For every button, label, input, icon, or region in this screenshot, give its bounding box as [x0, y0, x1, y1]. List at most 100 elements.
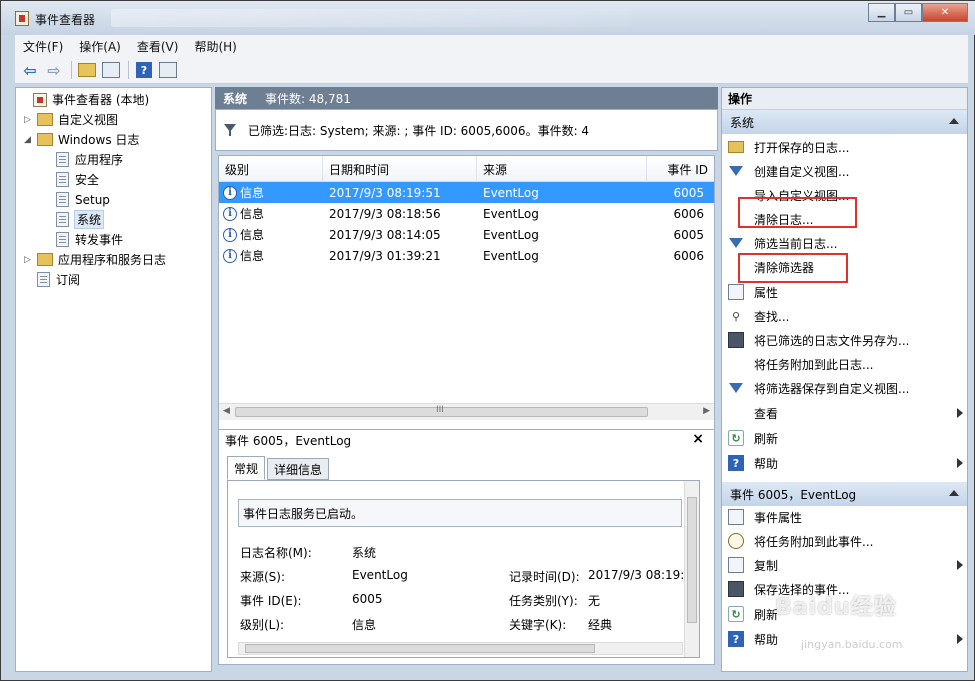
tree-item-custom-views[interactable]: ▷ 自定义视图	[24, 110, 118, 129]
detail-horizontal-scrollbar[interactable]	[238, 642, 683, 655]
log-icon	[56, 232, 69, 247]
filter-description: 已筛选:日志: System; 来源: ; 事件 ID: 6005,6006。事…	[248, 123, 590, 138]
detail-vertical-scrollbar[interactable]	[684, 481, 699, 657]
column-datetime[interactable]: 日期和时间	[323, 156, 477, 182]
action-label: 事件属性	[754, 510, 803, 525]
actions-pane: 操作 系统 打开保存的日志... 创建自定义视图... 导入自定义视图... 清…	[721, 87, 968, 672]
collapse-arrow-icon[interactable]: ◢	[24, 135, 34, 145]
action-label: 刷新	[754, 431, 779, 446]
info-icon: i	[223, 206, 237, 221]
tab-general[interactable]: 常规	[227, 456, 266, 480]
blank-icon	[728, 356, 744, 372]
scroll-thumb[interactable]: III	[235, 405, 648, 417]
toolbar-separator	[71, 61, 72, 79]
action-find[interactable]: ⚲ 查找...	[722, 304, 967, 328]
tree-item-setup[interactable]: Setup	[56, 190, 110, 209]
action-open-saved-log[interactable]: 打开保存的日志...	[722, 135, 967, 159]
submenu-arrow-icon	[957, 560, 963, 570]
blank-icon	[728, 405, 744, 421]
action-help[interactable]: ? 帮助	[722, 451, 967, 475]
show-hide-tree-button[interactable]	[100, 60, 122, 80]
tree-item-system[interactable]: 系统	[56, 210, 105, 229]
menu-view[interactable]: 查看(V)	[129, 38, 187, 55]
action-label: 将任务附加到此事件...	[754, 534, 874, 549]
menu-action[interactable]: 操作(A)	[71, 38, 129, 55]
tree-item-label: 事件查看器 (本地)	[52, 93, 150, 107]
scroll-thumb[interactable]	[687, 497, 697, 623]
action-event-properties[interactable]: 事件属性	[722, 505, 967, 529]
folder-icon	[37, 133, 53, 146]
tree-item-label: 安全	[75, 173, 100, 187]
collapse-section-icon[interactable]	[949, 490, 959, 496]
column-event-id[interactable]: 事件 ID	[647, 156, 714, 182]
column-source[interactable]: 来源	[477, 156, 647, 182]
source-label: 来源(S):	[240, 570, 286, 584]
tree-item-application[interactable]: 应用程序	[56, 150, 123, 169]
action-label: 复制	[754, 558, 779, 573]
detail-close-button[interactable]: ×	[692, 431, 704, 447]
event-viewer-app-icon	[15, 11, 29, 26]
tree-item-subscriptions[interactable]: 订阅	[37, 270, 80, 289]
submenu-arrow-icon	[957, 458, 963, 468]
scroll-thumb[interactable]	[245, 644, 595, 653]
menu-file[interactable]: 文件(F)	[15, 38, 71, 55]
table-row[interactable]: i 信息 2017/9/3 08:14:05 EventLog 6005	[219, 224, 714, 245]
minimize-button[interactable]: ▁	[868, 3, 895, 22]
results-header: 系统 事件数: 48,781	[215, 87, 718, 109]
back-button[interactable]: ⇦	[19, 60, 41, 80]
general-tab-body: 事件日志服务已启动。 日志名称(M): 系统 来源(S): EventLog 记…	[227, 480, 700, 658]
tree-item-event-viewer-local[interactable]: 事件查看器 (本地)	[20, 90, 149, 109]
action-properties[interactable]: 属性	[722, 280, 967, 304]
action-save-filtered-log[interactable]: 将已筛选的日志文件另存为...	[722, 328, 967, 352]
actions-section-event[interactable]: 事件 6005，EventLog	[722, 482, 967, 506]
menu-bar: 文件(F) 操作(A) 查看(V) 帮助(H)	[15, 35, 968, 57]
level-cell: i 信息	[219, 182, 323, 203]
column-level[interactable]: 级别	[219, 156, 323, 182]
source-cell: EventLog	[483, 248, 539, 263]
expand-arrow-icon[interactable]: ▷	[24, 115, 34, 125]
maximize-button[interactable]: ▭	[895, 3, 922, 22]
log-name-label: 日志名称(M):	[240, 546, 312, 560]
tree-item-security[interactable]: 安全	[56, 170, 99, 189]
folder-icon	[37, 253, 53, 266]
table-row[interactable]: i 信息 2017/9/3 08:19:51 EventLog 6005	[219, 182, 714, 203]
log-name-value: 系统	[352, 546, 377, 560]
level-label: 级别(L):	[240, 618, 285, 632]
actions-section-system[interactable]: 系统	[722, 110, 967, 134]
menu-help[interactable]: 帮助(H)	[186, 38, 244, 55]
task-category-value: 无	[588, 594, 601, 608]
tree-item-app-service-logs[interactable]: ▷ 应用程序和服务日志	[24, 250, 166, 269]
tree-item-windows-logs[interactable]: ◢ Windows 日志	[24, 130, 139, 149]
table-row[interactable]: i 信息 2017/9/3 08:18:56 EventLog 6006	[219, 203, 714, 224]
action-copy[interactable]: 复制	[722, 553, 967, 577]
action-attach-task-to-event[interactable]: 将任务附加到此事件...	[722, 529, 967, 553]
action-label: 查看	[754, 406, 779, 421]
tab-details[interactable]: 详细信息	[267, 458, 330, 480]
action-filter-current-log[interactable]: 筛选当前日志...	[722, 231, 967, 255]
collapse-section-icon[interactable]	[949, 118, 959, 124]
action-attach-task-to-log[interactable]: 将任务附加到此日志...	[722, 352, 967, 376]
tree-item-forwarded-events[interactable]: 转发事件	[56, 230, 123, 249]
show-hide-action-pane-button[interactable]	[157, 60, 179, 80]
table-header: 级别 日期和时间 来源 事件 ID	[219, 156, 714, 182]
up-folder-button[interactable]	[76, 60, 98, 80]
detail-title: 事件 6005，EventLog	[225, 434, 352, 448]
keywords-label: 关键字(K):	[509, 618, 567, 632]
horizontal-scrollbar[interactable]: ◀ III ▶	[219, 403, 714, 420]
help-toolbar-button[interactable]: ?	[133, 60, 155, 80]
expand-arrow-icon[interactable]: ▷	[24, 255, 34, 265]
action-save-filter-to-view[interactable]: 将筛选器保存到自定义视图...	[722, 376, 967, 400]
scroll-left-icon[interactable]: ◀	[223, 406, 230, 416]
forward-button[interactable]: ⇨	[43, 60, 65, 80]
table-row[interactable]: i 信息 2017/9/3 01:39:21 EventLog 6006	[219, 245, 714, 266]
action-view[interactable]: 查看	[722, 401, 967, 425]
scroll-right-icon[interactable]: ▶	[703, 406, 710, 416]
help-icon: ?	[728, 455, 744, 471]
action-create-custom-view[interactable]: 创建自定义视图...	[722, 159, 967, 183]
title-bar: 事件查看器 ▁ ▭ ✕	[1, 1, 975, 35]
log-name-title: 系统	[223, 91, 248, 106]
source-cell: EventLog	[483, 206, 539, 221]
action-refresh[interactable]: ↻ 刷新	[722, 426, 967, 450]
level-text: 信息	[240, 207, 265, 221]
close-button[interactable]: ✕	[922, 3, 968, 22]
